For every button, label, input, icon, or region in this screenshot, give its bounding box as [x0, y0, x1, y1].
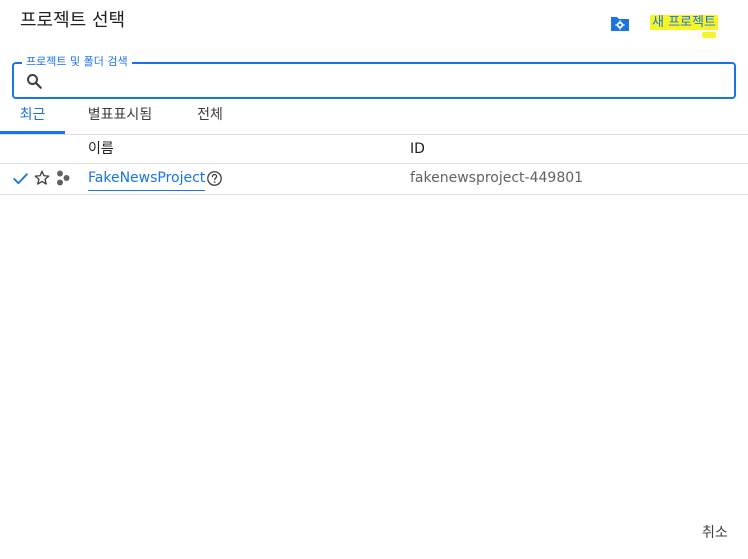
tab-all[interactable]: 전체 — [186, 100, 234, 133]
tab-starred[interactable]: 별표표시됨 — [78, 100, 162, 133]
project-id: fakenewsproject-449801 — [410, 170, 584, 186]
search-input[interactable] — [50, 69, 724, 95]
new-project-button[interactable]: 새 프로젝트 — [644, 11, 724, 38]
column-header-id[interactable]: ID — [410, 135, 425, 163]
tab-recent[interactable]: 최근 — [0, 100, 65, 134]
table-row[interactable]: FakeNewsProject fakenewsproject-449801 — [0, 164, 748, 195]
search-legend: 프로젝트 및 폴더 검색 — [22, 55, 132, 69]
dialog-title: 프로젝트 선택 — [20, 10, 126, 31]
project-picker-dialog: 프로젝트 선택 새 프로젝트 프로젝트 및 폴더 검색 최근 별표표시됨 전체 … — [0, 0, 748, 559]
help-icon[interactable] — [206, 170, 223, 187]
project-org-icon — [57, 170, 70, 186]
search-icon — [27, 74, 42, 89]
column-header-name[interactable]: 이름 — [88, 135, 114, 163]
check-icon — [13, 173, 28, 185]
cancel-button[interactable]: 취소 — [696, 521, 734, 545]
project-name-link[interactable]: FakeNewsProject — [88, 166, 206, 191]
table-header: 이름 ID — [0, 135, 748, 164]
new-project-label: 새 프로젝트 — [650, 15, 718, 30]
highlight-mark — [701, 32, 716, 38]
star-icon[interactable] — [33, 169, 51, 187]
tab-bar: 최근 별표표시됨 전체 — [0, 100, 748, 135]
folder-gear-icon — [610, 17, 629, 31]
search-field[interactable]: 프로젝트 및 폴더 검색 — [12, 55, 736, 99]
manage-resources-button[interactable] — [606, 12, 633, 36]
